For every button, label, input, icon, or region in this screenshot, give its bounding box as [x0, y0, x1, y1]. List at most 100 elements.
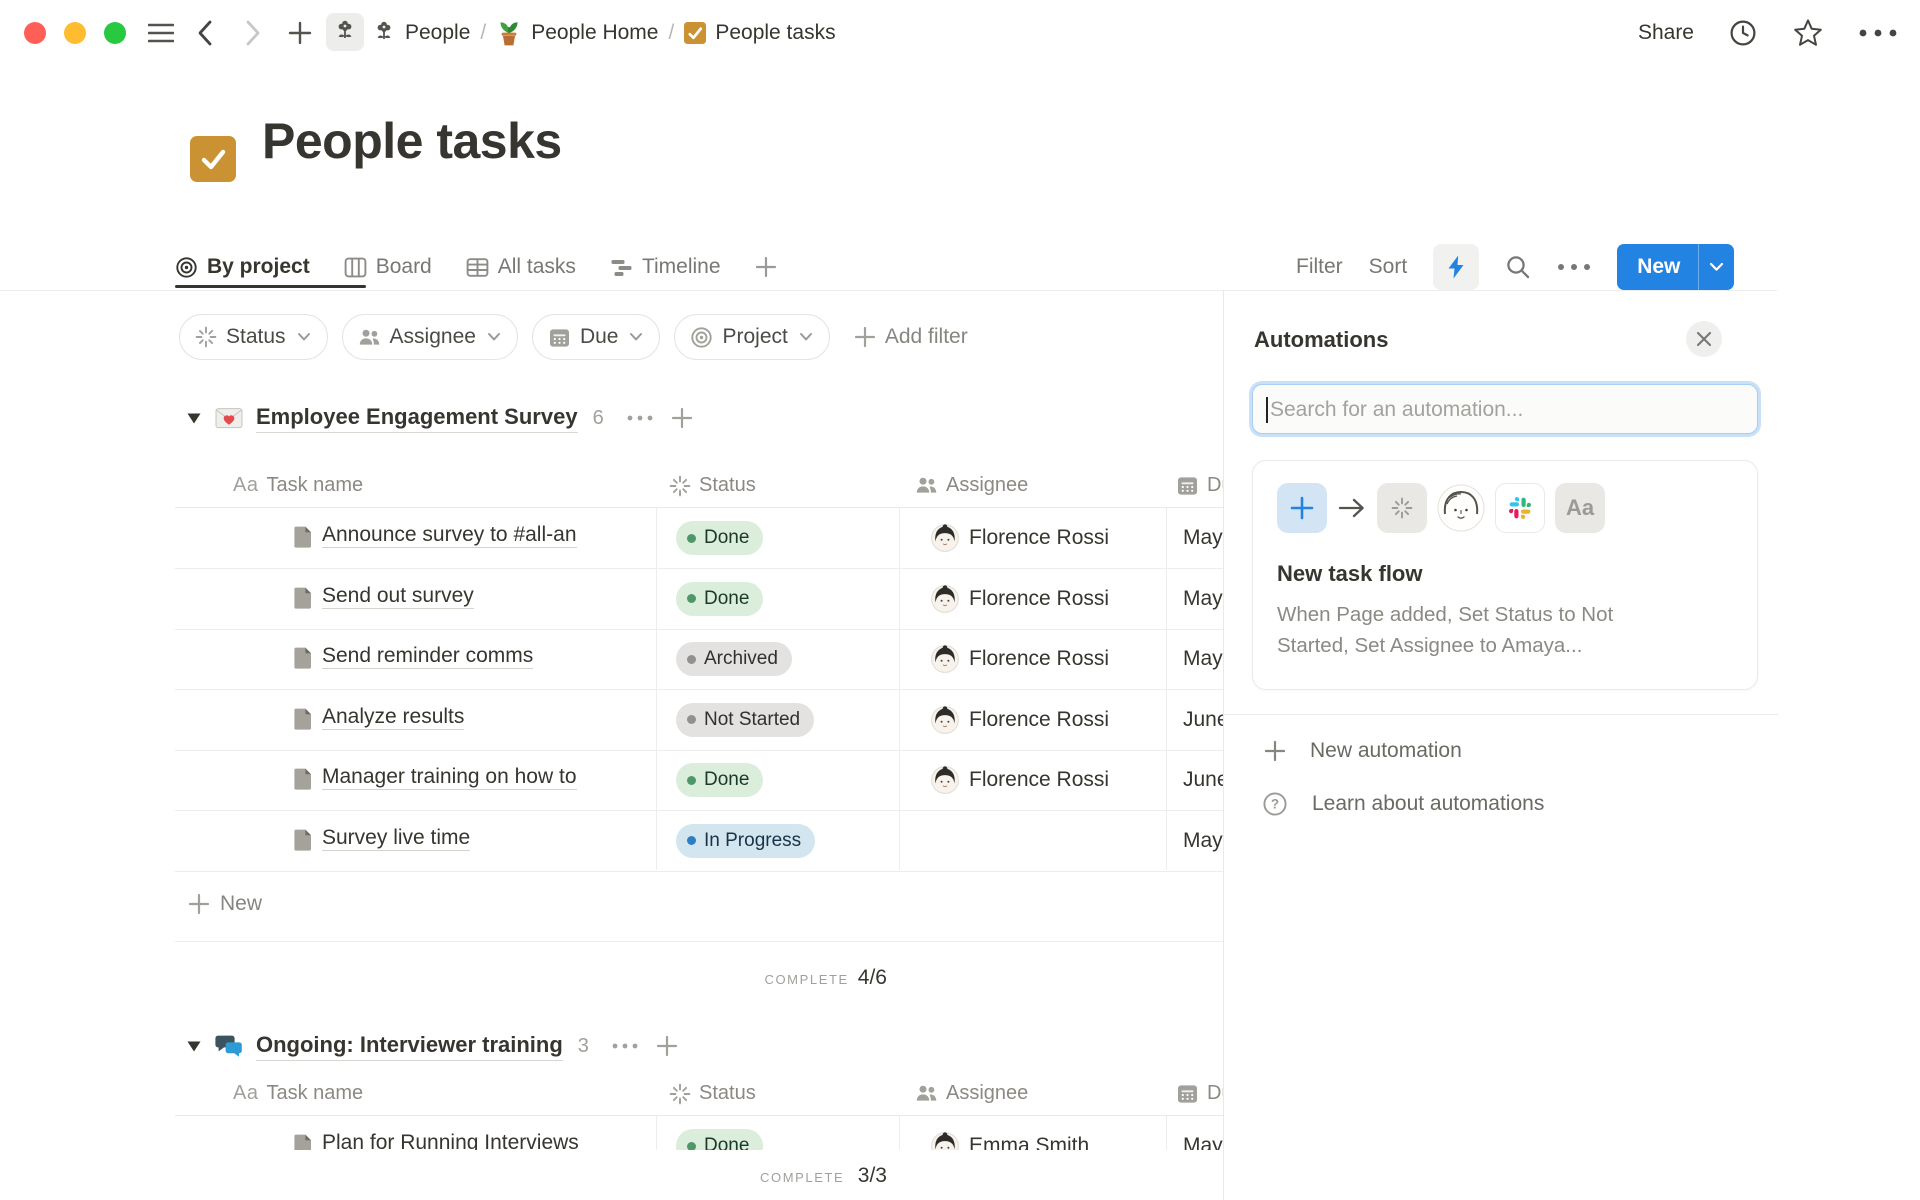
status-pill[interactable]: In Progress — [676, 824, 815, 858]
group-add-row-icon[interactable] — [656, 1035, 678, 1057]
assignee-name[interactable]: Florence Rossi — [969, 526, 1109, 550]
page-doc-icon — [292, 646, 314, 670]
tab-timeline[interactable]: Timeline — [610, 255, 721, 279]
back-icon[interactable] — [196, 19, 214, 47]
complete-value: 4/6 — [858, 966, 887, 989]
more-options-icon[interactable] — [1858, 28, 1898, 38]
group-options-icon[interactable] — [627, 415, 653, 421]
star-icon[interactable] — [1792, 17, 1824, 49]
table-row-task-link[interactable]: Send reminder comms — [322, 644, 533, 668]
new-automation-label: New automation — [1310, 739, 1462, 763]
add-view-icon[interactable] — [755, 256, 777, 278]
close-icon[interactable] — [1686, 321, 1722, 357]
status-dot — [687, 776, 696, 785]
assignee-name[interactable]: Florence Rossi — [969, 587, 1109, 611]
learn-about-automations-link[interactable]: ? Learn about automations — [1262, 791, 1544, 817]
forward-icon[interactable] — [244, 19, 262, 47]
group-complete-aggregate[interactable]: COMPLETE4/6 — [175, 966, 887, 990]
view-more-icon[interactable] — [1557, 263, 1591, 271]
tab-by-project[interactable]: By project — [175, 255, 310, 279]
group-title[interactable]: Ongoing: Interviewer training — [256, 1032, 563, 1061]
assignee-name[interactable]: Florence Rossi — [969, 708, 1109, 732]
status-spinner-icon — [669, 1083, 691, 1105]
automation-card[interactable]: Aa New task flow When Page added, Set St… — [1252, 460, 1758, 690]
new-page-icon[interactable] — [288, 21, 312, 45]
status-pill[interactable]: Archived — [676, 642, 792, 676]
assignee-avatar — [931, 585, 959, 618]
traffic-close-button[interactable] — [24, 22, 46, 44]
table-row-task-link[interactable]: Send out survey — [322, 584, 474, 608]
page-doc-icon — [292, 525, 314, 549]
task-name: Send reminder comms — [322, 644, 533, 669]
section-divider — [175, 941, 1223, 942]
sidebar-menu-icon[interactable] — [148, 22, 174, 44]
tab-board[interactable]: Board — [344, 255, 432, 279]
column-header-task-name[interactable]: AaTask name — [233, 1082, 363, 1105]
sort-button[interactable]: Sort — [1369, 255, 1408, 279]
new-automation-button[interactable]: New automation — [1264, 739, 1462, 763]
chip-label: Status — [226, 325, 286, 349]
filter-button[interactable]: Filter — [1296, 255, 1343, 279]
new-button[interactable]: New — [1617, 244, 1734, 290]
search-icon[interactable] — [1505, 254, 1531, 280]
table-row-task-link[interactable]: Announce survey to #all-an — [322, 523, 577, 547]
question-circle-icon: ? — [1262, 791, 1288, 817]
share-button[interactable]: Share — [1638, 21, 1694, 45]
page-doc-icon — [292, 586, 314, 615]
tab-all-tasks[interactable]: All tasks — [466, 255, 576, 279]
add-filter-button[interactable]: Add filter — [844, 315, 978, 359]
filter-chip-status[interactable]: Status — [179, 314, 328, 360]
status-label: Done — [704, 769, 749, 791]
tab-label: By project — [207, 255, 310, 279]
table-row-task-link[interactable]: Manager training on how to — [322, 765, 577, 789]
traffic-zoom-button[interactable] — [104, 22, 126, 44]
column-header-status[interactable]: Status — [669, 474, 756, 497]
group-title[interactable]: Employee Engagement Survey — [256, 404, 578, 433]
complete-label: COMPLETE — [760, 1170, 844, 1185]
add-new-row-button[interactable]: New — [188, 892, 262, 916]
calendar-icon — [1176, 1082, 1199, 1105]
column-header-assignee[interactable]: Assignee — [915, 474, 1028, 497]
group-add-row-icon[interactable] — [671, 407, 693, 429]
row-divider — [175, 750, 1223, 751]
new-button-chevron[interactable] — [1699, 244, 1734, 290]
breadcrumb-item[interactable]: People tasks — [684, 21, 835, 45]
breadcrumb-item[interactable]: People — [372, 20, 470, 46]
traffic-minimize-button[interactable] — [64, 22, 86, 44]
page-checkbox-icon[interactable] — [190, 136, 236, 182]
breadcrumb-item[interactable]: People Home — [496, 19, 658, 47]
automations-lightning-button[interactable] — [1433, 244, 1479, 290]
status-pill[interactable]: Not Started — [676, 703, 814, 737]
workspace-flower-icon[interactable] — [326, 13, 364, 51]
filter-chip-due[interactable]: Due — [532, 314, 661, 360]
automation-search-field[interactable] — [1268, 385, 1742, 435]
column-header-task-name[interactable]: AaTask name — [233, 474, 363, 497]
tab-label: Timeline — [642, 255, 721, 279]
group-collapse-toggle[interactable] — [186, 411, 202, 425]
task-name: Survey live time — [322, 826, 470, 851]
status-pill[interactable]: Done — [676, 763, 763, 797]
table-row-task-link[interactable]: Analyze results — [322, 705, 464, 729]
clock-history-icon[interactable] — [1728, 18, 1758, 48]
page-doc-icon — [292, 707, 314, 736]
automation-search-input[interactable] — [1252, 384, 1758, 434]
assignee-name[interactable]: Florence Rossi — [969, 647, 1109, 671]
status-pill[interactable]: Done — [676, 582, 763, 616]
new-button-label[interactable]: New — [1617, 244, 1698, 290]
group-options-icon[interactable] — [612, 1043, 638, 1049]
table-row-task-link[interactable]: Survey live time — [322, 826, 470, 850]
row-divider — [175, 871, 1223, 872]
plus-tile-icon — [1277, 483, 1327, 533]
filter-chip-project[interactable]: Project — [674, 314, 829, 360]
assignee-name[interactable]: Florence Rossi — [969, 768, 1109, 792]
due-date[interactable]: June — [1183, 768, 1229, 792]
column-header-assignee[interactable]: Assignee — [915, 1082, 1028, 1105]
status-pill[interactable]: Done — [676, 521, 763, 555]
column-header-status[interactable]: Status — [669, 1082, 756, 1105]
group2-complete-aggregate[interactable]: COMPLETE 3/3 — [175, 1164, 887, 1188]
due-date[interactable]: June — [1183, 708, 1229, 732]
group-collapse-toggle[interactable] — [186, 1039, 202, 1053]
filter-chip-assignee[interactable]: Assignee — [342, 314, 518, 360]
page-doc-icon — [292, 767, 314, 791]
table-header-border — [175, 1115, 1223, 1116]
